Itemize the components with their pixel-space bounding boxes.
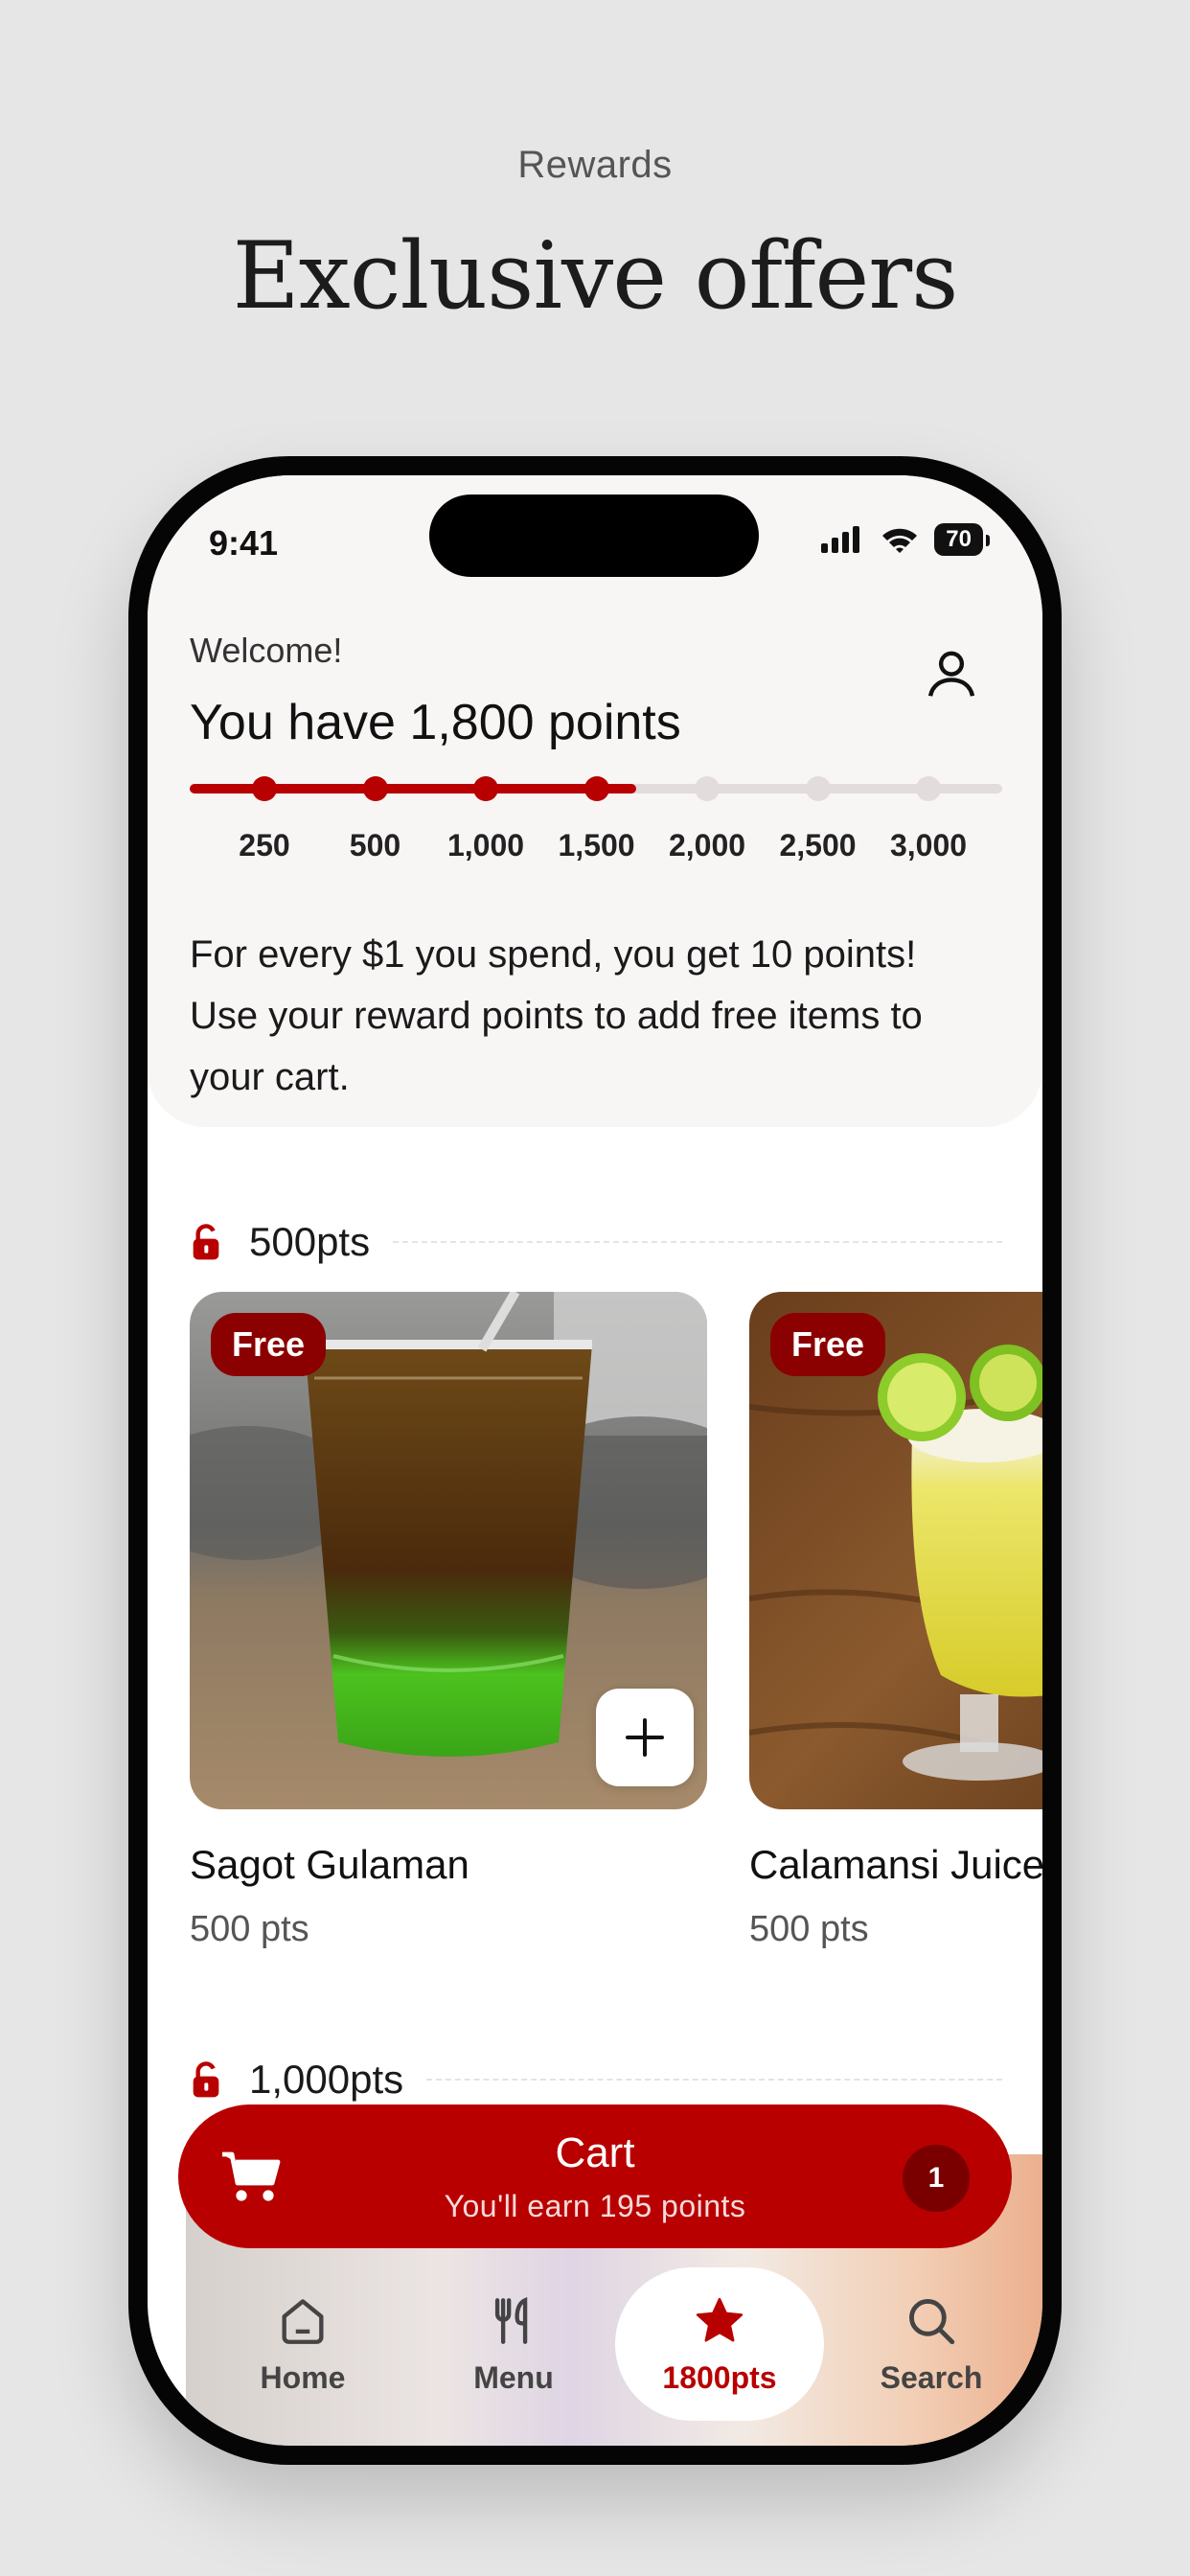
free-badge: Free (770, 1313, 886, 1376)
cart-title: Cart (555, 2129, 635, 2176)
item-points: 500 pts (749, 1909, 869, 1949)
tab-search[interactable]: Search (835, 2267, 1027, 2421)
plus-icon (626, 1718, 664, 1757)
progress-milestone-dot (473, 776, 498, 801)
tab-label: 1800pts (662, 2359, 777, 2395)
unlock-icon (193, 2061, 219, 2098)
tab-label: Home (260, 2359, 346, 2395)
progress-milestone-label: 2,500 (779, 828, 857, 862)
progress-milestone-label: 3,000 (889, 828, 968, 862)
unlock-icon (193, 1224, 219, 1260)
section-divider (426, 2079, 1002, 2081)
rewards-description: For every $1 you spend, you get 10 point… (190, 933, 923, 1098)
section-divider (393, 1241, 1002, 1243)
item-name: Calamansi Juice (749, 1842, 1042, 1887)
tab-rewards-points[interactable]: 1800pts (615, 2267, 824, 2421)
add-to-cart-button[interactable] (596, 1689, 694, 1786)
cart-count-badge: 1 (903, 2145, 970, 2212)
cart-earn-points: You'll earn 195 points (444, 2189, 746, 2223)
progress-milestone-dot (362, 776, 388, 801)
tab-home[interactable]: Home (207, 2267, 399, 2421)
points-progress-track (190, 776, 1002, 801)
star-icon (696, 2297, 744, 2342)
signal-icon (821, 526, 860, 553)
welcome-text: Welcome! (190, 631, 343, 670)
tab-label: Menu (473, 2359, 554, 2395)
reward-item-card[interactable]: Free Sagot Gulaman 500 pts (190, 1292, 707, 1950)
section-label: 500pts (249, 1219, 371, 1264)
free-badge: Free (211, 1313, 327, 1376)
reward-item-card[interactable]: Free Calamansi Juice 500 pts (749, 1292, 1042, 1950)
cart-button[interactable]: Cart You'll earn 195 points 1 (178, 2104, 1012, 2248)
item-image-sagot-gulaman[interactable]: Free (190, 1292, 707, 1809)
item-name: Sagot Gulaman (190, 1842, 469, 1887)
home-icon (282, 2298, 324, 2344)
progress-milestone-label: 250 (239, 828, 290, 862)
progress-milestone-label: 2,000 (668, 828, 746, 862)
progress-milestone-dot (805, 776, 831, 801)
tab-label: Search (880, 2359, 983, 2395)
points-balance-title: You have 1,800 points (190, 695, 681, 750)
status-time: 9:41 (209, 523, 279, 563)
progress-milestone-dot (916, 776, 941, 801)
profile-icon[interactable] (922, 644, 981, 703)
wifi-icon (882, 528, 918, 553)
search-icon (909, 2298, 955, 2344)
battery-indicator: 70 (934, 523, 990, 556)
status-icons: 70 (819, 523, 990, 556)
progress-milestone-label: 500 (349, 828, 401, 862)
progress-milestone-label: 1,500 (558, 828, 635, 862)
section-header-500: 500pts (190, 1219, 1002, 1265)
utensils-icon (494, 2296, 528, 2344)
dynamic-island (429, 494, 759, 577)
section-label: 1,000pts (249, 2057, 404, 2102)
promo-headline: Exclusive offers (232, 222, 959, 330)
progress-milestone-dot (695, 776, 720, 801)
phone-frame: Welcome! You have 1,800 points 250 500 1,0… (128, 456, 1062, 2465)
promo-eyebrow: Rewards (517, 144, 673, 186)
tab-menu[interactable]: Menu (418, 2267, 609, 2421)
progress-milestone-dot (252, 776, 277, 801)
app-screen: Welcome! You have 1,800 points 250 500 1,0… (148, 475, 1042, 2446)
item-points: 500 pts (190, 1909, 309, 1949)
item-image-calamansi-juice[interactable]: Free (749, 1292, 1042, 1809)
section-header-1000: 1,000pts (190, 2057, 1002, 2103)
progress-milestone-label: 1,000 (446, 828, 525, 862)
progress-milestone-dot (584, 776, 609, 801)
